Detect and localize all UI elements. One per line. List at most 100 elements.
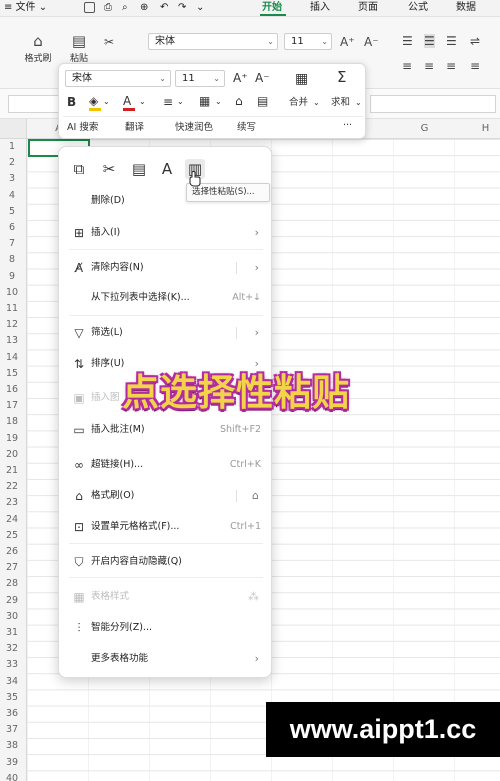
cut-icon[interactable]: ✂ (99, 159, 119, 179)
sum-button[interactable]: 求和 (331, 97, 350, 109)
row-number[interactable]: 19 (0, 433, 24, 444)
mini-font-name-select[interactable]: 宋体 ⌄ (65, 70, 171, 87)
undo-icon[interactable]: ↶ (160, 1, 168, 15)
save-icon[interactable] (84, 2, 95, 13)
row-number[interactable]: 2 (0, 157, 24, 168)
row-number[interactable]: 24 (0, 514, 24, 525)
chevron-down-icon[interactable]: ⌄ (215, 95, 222, 109)
cut-icon[interactable]: ✂ (104, 35, 114, 49)
row-number[interactable]: 8 (0, 254, 24, 265)
menu-item-clear-contents[interactable]: A̸ 清除内容(N) › (59, 257, 273, 279)
merge-button[interactable]: 合并 (289, 97, 308, 109)
rewrite-button[interactable]: 续写 (237, 122, 256, 134)
justify-icon[interactable]: ≡ (470, 59, 480, 73)
row-number[interactable]: 5 (0, 206, 24, 217)
chevron-down-icon[interactable]: ⌄ (313, 96, 320, 110)
row-number[interactable]: 26 (0, 546, 24, 557)
row-number[interactable]: 39 (0, 757, 24, 768)
align-center-icon[interactable]: ≡ (424, 59, 434, 73)
select-all-corner[interactable] (0, 119, 27, 139)
translate-button[interactable]: 翻译 (125, 122, 144, 134)
menu-item-insert-comment[interactable]: ▭ 插入批注(M) Shift+F2 (59, 419, 273, 441)
row-number[interactable]: 3 (0, 173, 24, 184)
border-icon[interactable]: ▦ (199, 94, 210, 108)
chevron-down-icon[interactable]: ⌄ (355, 96, 362, 110)
format-painter-icon[interactable]: ⌂ (235, 94, 243, 108)
cell-format-icon[interactable]: ▤ (257, 94, 268, 108)
print-icon[interactable]: ⎙ (104, 1, 112, 15)
merge-icon[interactable]: ▦ (295, 72, 308, 86)
menu-item-format-painter[interactable]: ⌂ 格式刷(O) ⌂ (59, 485, 273, 507)
tab-home[interactable]: 开始 (262, 1, 282, 15)
align-icon[interactable]: ≡ (163, 95, 173, 109)
row-number[interactable]: 10 (0, 287, 24, 298)
formula-input[interactable] (370, 95, 496, 113)
row-number[interactable]: 27 (0, 562, 24, 573)
font-name-select[interactable]: 宋体 ⌄ (148, 33, 278, 50)
tab-formula[interactable]: 公式 (408, 1, 428, 15)
more-button[interactable]: ··· (343, 120, 352, 132)
name-box[interactable] (8, 95, 60, 113)
mini-font-size-select[interactable]: 11 ⌄ (175, 70, 225, 87)
row-number[interactable]: 37 (0, 724, 24, 735)
row-number[interactable]: 12 (0, 319, 24, 330)
row-number[interactable]: 18 (0, 416, 24, 427)
align-bottom-icon[interactable]: ☰ (446, 34, 457, 48)
file-menu[interactable]: ≡ 文件 ⌄ (4, 1, 47, 15)
row-number[interactable]: 31 (0, 627, 24, 638)
row-number[interactable]: 4 (0, 190, 24, 201)
row-number[interactable]: 25 (0, 530, 24, 541)
font-shrink-icon[interactable]: A⁻ (364, 35, 379, 49)
fill-color-icon[interactable]: ◈ (89, 94, 98, 108)
paste-values-icon[interactable]: A (157, 159, 177, 179)
redo-icon[interactable]: ↷ (178, 1, 186, 15)
column-h[interactable]: H (455, 123, 500, 134)
menu-item-auto-hide[interactable]: ⛉ 开启内容自动隐藏(Q) (59, 551, 273, 573)
menu-item-format-cells[interactable]: ⊡ 设置单元格格式(F)... Ctrl+1 (59, 516, 273, 538)
font-grow-icon[interactable]: A⁺ (340, 35, 355, 49)
row-number[interactable]: 21 (0, 465, 24, 476)
chevron-down-icon[interactable]: ⌄ (103, 95, 110, 109)
format-painter-pin-icon[interactable]: ⌂ (252, 489, 259, 502)
row-number[interactable]: 35 (0, 692, 24, 703)
bold-icon[interactable]: B (67, 95, 76, 109)
polish-button[interactable]: 快速润色 (175, 122, 213, 134)
menu-item-hyperlink[interactable]: ∞ 超链接(H)... Ctrl+K (59, 454, 273, 476)
copy-icon[interactable]: ⧉ (69, 159, 89, 179)
chevron-down-icon[interactable]: ⌄ (177, 95, 184, 109)
preview-icon[interactable]: ⌕ (122, 1, 128, 15)
row-number[interactable]: 33 (0, 659, 24, 670)
sum-icon[interactable]: Σ (337, 70, 346, 85)
row-number[interactable]: 14 (0, 352, 24, 363)
ai-search-button[interactable]: AI 搜索 (67, 122, 98, 134)
row-number[interactable]: 1 (0, 141, 24, 152)
chevron-down-icon[interactable]: ⌄ (139, 95, 146, 109)
row-number[interactable]: 32 (0, 643, 24, 654)
menu-item-smart-split[interactable]: ⫶ 智能分列(Z)... (59, 617, 273, 639)
column-g[interactable]: G (394, 123, 455, 134)
paste-icon[interactable]: ▤ (129, 159, 149, 179)
align-right-icon[interactable]: ≡ (446, 59, 456, 73)
row-number[interactable]: 13 (0, 335, 24, 346)
row-number[interactable]: 17 (0, 400, 24, 411)
tab-data[interactable]: 数据 (456, 1, 476, 15)
row-number[interactable]: 6 (0, 222, 24, 233)
row-number[interactable]: 40 (0, 773, 24, 781)
align-middle-icon[interactable]: ☰ (424, 34, 435, 48)
row-number[interactable]: 15 (0, 368, 24, 379)
menu-item-filter[interactable]: ▽ 筛选(L) › (59, 322, 273, 344)
row-number[interactable]: 9 (0, 271, 24, 282)
row-number[interactable]: 28 (0, 578, 24, 589)
row-number[interactable]: 16 (0, 384, 24, 395)
row-number[interactable]: 38 (0, 740, 24, 751)
paste-button[interactable]: ▤ 粘贴 (62, 33, 96, 64)
font-shrink-icon[interactable]: A⁻ (255, 71, 270, 85)
menu-item-pick-from-list[interactable]: 从下拉列表中选择(K)... Alt+↓ (59, 287, 273, 309)
row-number[interactable]: 30 (0, 611, 24, 622)
row-number[interactable]: 29 (0, 595, 24, 606)
align-top-icon[interactable]: ☰ (402, 34, 413, 48)
row-number[interactable]: 36 (0, 708, 24, 719)
font-color-icon[interactable]: A (123, 94, 131, 108)
row-number[interactable]: 7 (0, 238, 24, 249)
format-icon[interactable]: ⊕ (140, 1, 148, 15)
